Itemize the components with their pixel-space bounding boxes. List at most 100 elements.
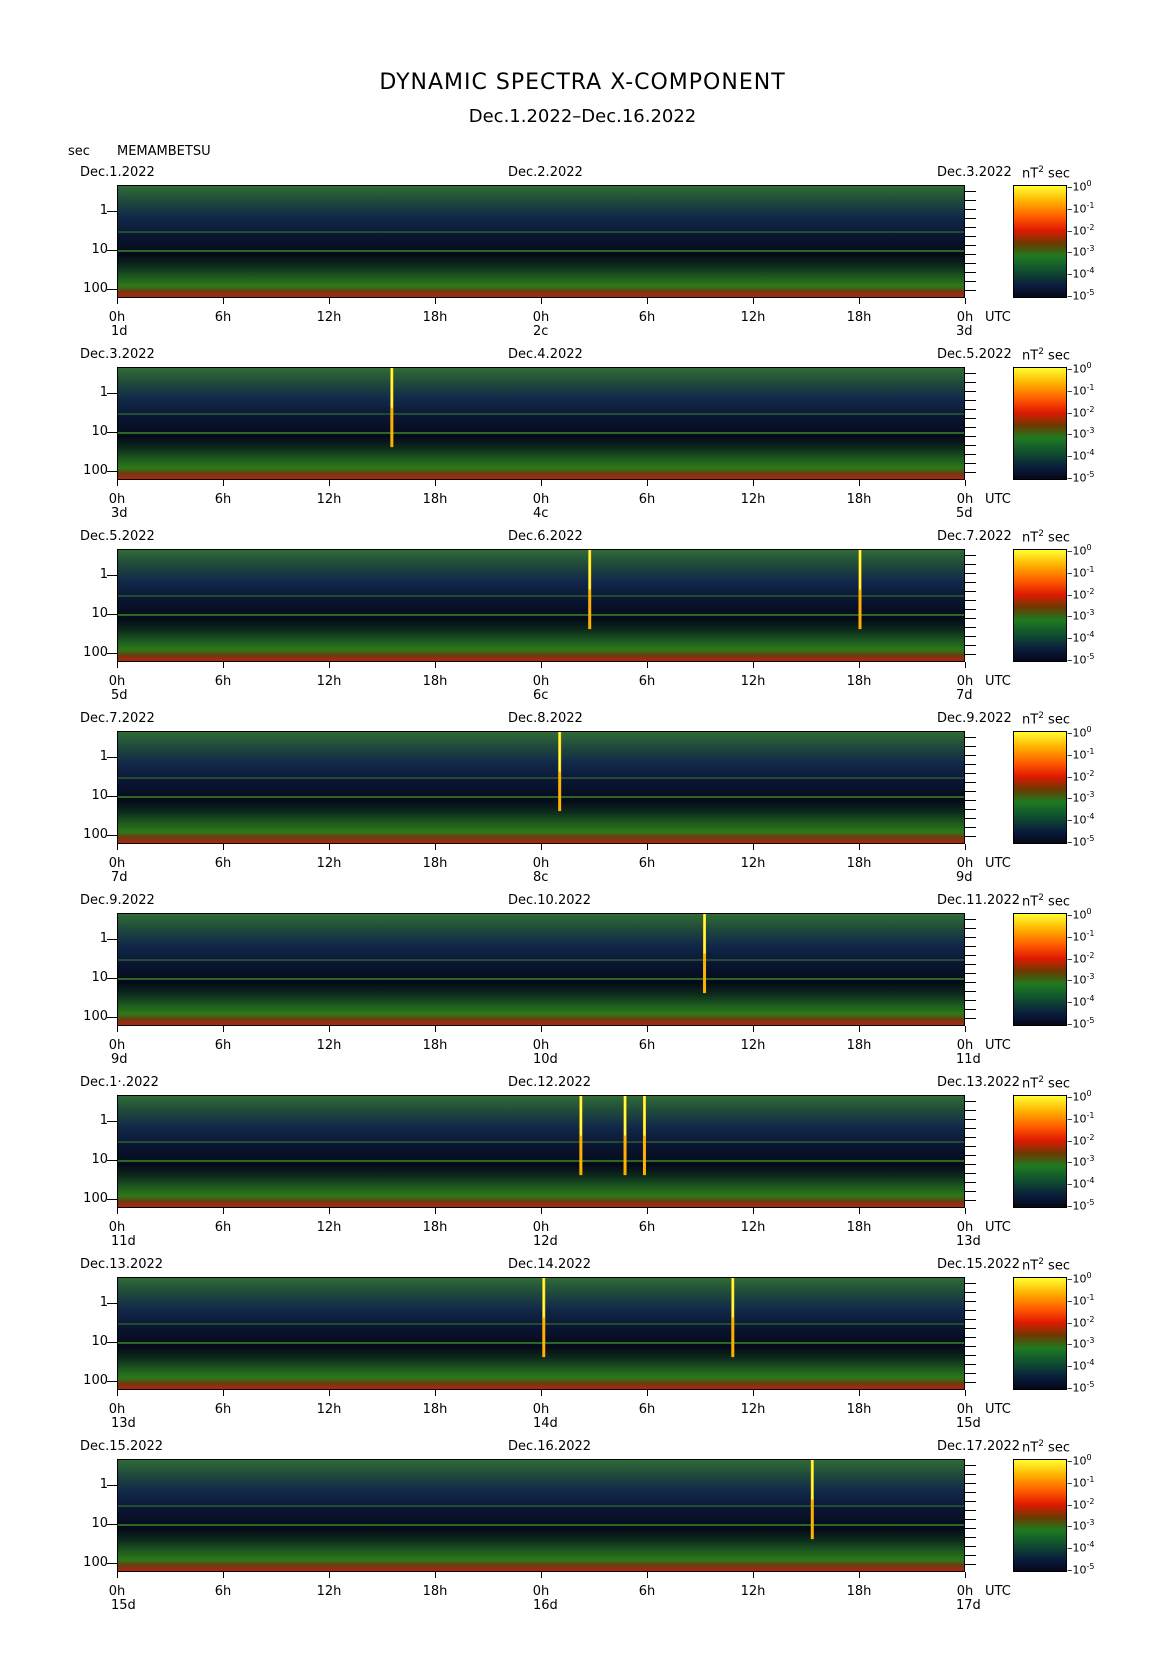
panel-mid-date: Dec.8.2022 [508,711,583,726]
x-tick-label: 6h [214,1220,232,1235]
x-tick-mark [541,1026,542,1032]
x-tick-label: 12h [740,674,766,689]
colorbar-tick-label: –100 [1067,1453,1092,1468]
colorbar [1013,1459,1067,1572]
panel-right-date: Dec.3.2022 [937,165,1012,180]
x-tick-mark [965,1026,966,1032]
x-tick-mark [329,1390,330,1396]
y-minor-tick [964,1510,976,1511]
y-minor-tick [964,773,976,774]
y-tick-mark [107,211,117,212]
colorbar-tick-exp: -5 [1086,1198,1095,1207]
y-tick-label: 100 [83,463,108,478]
x-tick-label: 0h [956,1220,974,1235]
colorbar-tick-base: –10 [1067,974,1087,988]
colorbar-unit-base: nT [1022,166,1039,182]
x-tick-label: 0h [108,856,126,871]
y-minor-tick [964,463,976,464]
day-start-label: 5d [111,688,128,703]
x-axis-unit: UTC [985,1584,1011,1599]
colorbar-tick-label: –100 [1067,179,1092,194]
colorbar-tick-exp: -1 [1086,746,1095,756]
y-minor-tick [964,746,976,747]
y-minor-tick [964,1018,976,1019]
x-tick-label: 6h [214,674,232,689]
x-tick-mark [965,1208,966,1214]
x-tick-mark [329,1026,330,1032]
y-minor-tick [964,1492,976,1493]
chart-subtitle: Dec.1.2022–Dec.16.2022 [468,106,697,127]
x-tick-label: 18h [422,1584,448,1599]
day-mid-label: 12d [533,1234,558,1249]
x-tick-label: 18h [422,856,448,871]
x-tick-label: 18h [846,1584,872,1599]
colorbar-tick-exp: -1 [1086,382,1095,392]
y-minor-tick [964,1200,976,1201]
y-minor-tick [964,1501,976,1502]
y-minor-tick [964,1301,976,1302]
colorbar-tick-base: –10 [1067,1272,1087,1286]
y-minor-tick [964,218,976,219]
y-minor-tick [964,1173,976,1174]
day-start-label: 13d [111,1416,136,1431]
colorbar-tick-base: –10 [1067,428,1087,442]
colorbar-tick-exp: -3 [1086,608,1095,618]
y-minor-tick [964,1128,976,1129]
y-tick-mark [107,978,117,979]
colorbar-tick-exp: -1 [1086,928,1095,938]
colorbar-tick-base: –10 [1067,1541,1087,1555]
colorbar-unit: nT2 sec [1022,1257,1070,1273]
colorbar-tick-exp: 0 [1086,725,1092,734]
x-tick-label: 0h [108,1220,126,1235]
x-tick-label: 6h [214,1402,232,1417]
x-tick-label: 6h [214,1038,232,1053]
colorbar-tick-label: –10-5 [1067,1562,1094,1577]
colorbar-tick-label: –10-2 [1067,1315,1094,1330]
x-tick-label: 18h [846,674,872,689]
y-minor-tick [964,1337,976,1338]
x-tick-label: 6h [638,856,656,871]
panel-mid-date: Dec.6.2022 [508,529,583,544]
x-tick-mark [117,1208,118,1214]
colorbar-tick-label: –10-3 [1067,972,1094,987]
y-tick-label: 100 [83,1373,108,1388]
colorbar-unit: nT2 sec [1022,893,1070,909]
y-minor-tick [964,800,976,801]
y-tick-label: 10 [91,242,108,257]
spectrogram-svg [118,550,964,630]
y-minor-tick [964,764,976,765]
y-minor-tick [964,1328,976,1329]
spectrogram-plot [117,913,965,1026]
y-minor-tick [964,400,976,401]
y-tick-label: 10 [91,1516,108,1531]
y-tick-mark [107,757,117,758]
x-tick-label: 0h [532,1220,550,1235]
y-minor-tick [964,564,976,565]
day-end-label: 13d [956,1234,981,1249]
y-minor-tick [964,755,976,756]
x-tick-mark [647,1208,648,1214]
colorbar-tick-exp: -2 [1086,1132,1095,1142]
x-tick-mark [223,1390,224,1396]
colorbar-tick-label: –100 [1067,725,1092,740]
y-minor-tick [964,1283,976,1284]
colorbar-tick-label: –10-3 [1067,1336,1094,1351]
colorbar [1013,1277,1067,1390]
chart-title: DYNAMIC SPECTRA X-COMPONENT [379,70,786,95]
colorbar-tick-exp: -3 [1086,972,1095,982]
x-tick-label: 0h [532,492,550,507]
x-tick-mark [223,480,224,486]
colorbar-tick-label: –10-5 [1067,834,1094,849]
colorbar-unit: nT2 sec [1022,347,1070,363]
spectrogram-svg [118,1096,964,1176]
colorbar-tick-exp: -5 [1086,834,1095,843]
x-tick-label: 6h [638,674,656,689]
x-tick-label: 12h [316,1402,342,1417]
day-mid-label: 6c [533,688,549,703]
day-end-label: 3d [956,324,973,339]
y-minor-tick [964,427,976,428]
y-minor-tick [964,928,976,929]
y-tick-label: 10 [91,1334,108,1349]
x-tick-label: 18h [846,1038,872,1053]
x-tick-mark [435,662,436,668]
